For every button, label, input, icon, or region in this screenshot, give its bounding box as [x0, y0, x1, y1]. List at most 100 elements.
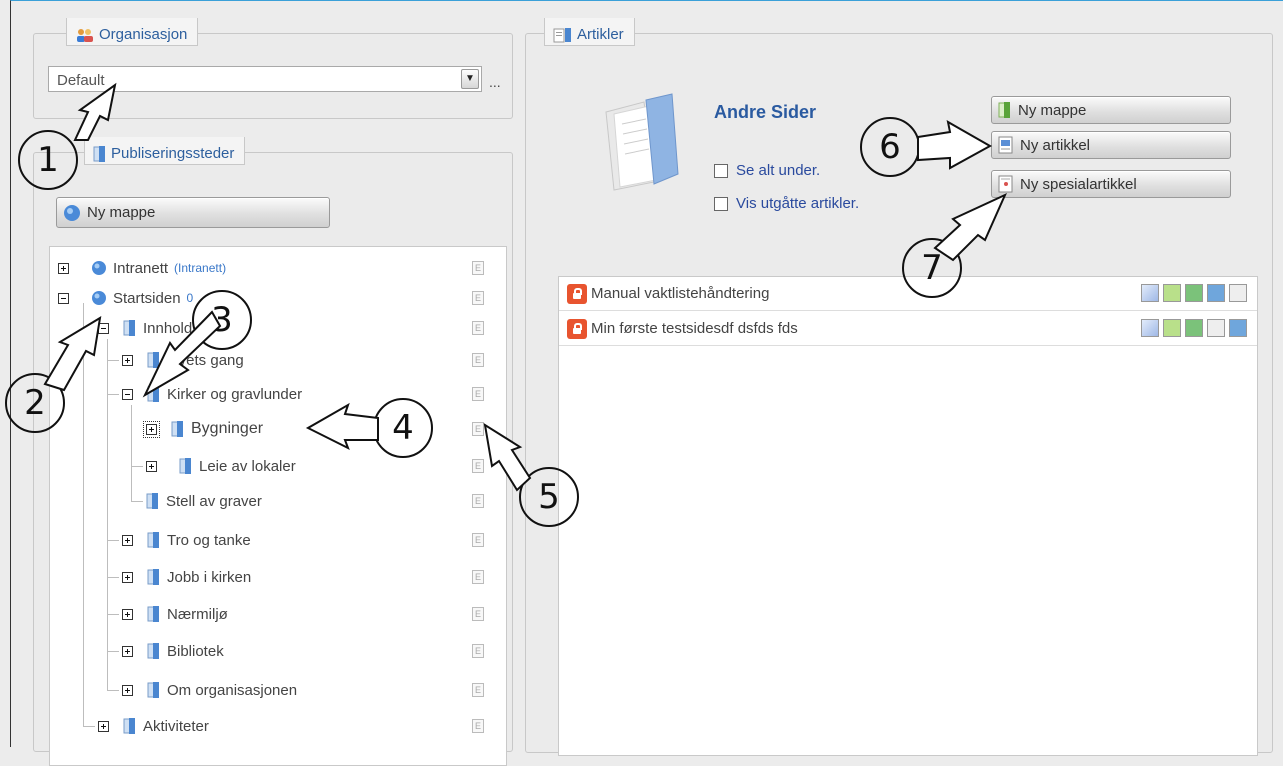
see-all-label: Se alt under. [736, 162, 821, 179]
book-icon [147, 352, 159, 368]
new-folder-button-label: Ny mappe [87, 204, 156, 221]
edit-icon[interactable]: E [472, 261, 484, 275]
expand-icon[interactable] [146, 460, 157, 472]
articles-legend-label: Artikler [577, 26, 624, 43]
new-folder-button-label: Ny mappe [1018, 101, 1087, 119]
book-icon [147, 682, 159, 698]
expand-icon[interactable] [122, 534, 133, 546]
edit-icon[interactable]: E [472, 719, 484, 733]
article-actions [1141, 284, 1247, 302]
tree-node-label: Stell av graver [166, 492, 262, 510]
document-icon [998, 136, 1013, 154]
expand-icon[interactable] [122, 684, 133, 696]
edit-icon[interactable]: E [472, 353, 484, 367]
move-down-disabled-icon [1207, 319, 1225, 337]
edit-icon[interactable]: E [472, 607, 484, 621]
unlock-icon[interactable] [1185, 319, 1203, 337]
tree-node-om-organisasjonen[interactable]: Om organisasjonen [122, 679, 297, 701]
tree-node-label: Innhold [143, 319, 193, 337]
expand-icon[interactable] [143, 420, 160, 438]
tree-node-jobb-i-kirken[interactable]: Jobb i kirken [122, 566, 251, 588]
tree-node-bibliotek[interactable]: Bibliotek [122, 640, 224, 662]
globe-icon [92, 261, 106, 275]
expand-icon[interactable] [58, 262, 69, 274]
expand-icon[interactable] [122, 354, 133, 366]
book-icon [179, 458, 191, 474]
checkbox-box[interactable] [714, 163, 728, 178]
tree-node-stell-av-graver[interactable]: Stell av graver [146, 490, 262, 512]
new-folder-button[interactable]: Ny mappe [56, 197, 330, 228]
book-icon [171, 421, 183, 437]
tree-node-kirker-og-gravlunder[interactable]: Kirker og gravlunder [122, 383, 302, 405]
edit-pencil-icon[interactable] [1141, 319, 1159, 337]
collapse-icon[interactable] [98, 322, 109, 334]
collapse-icon[interactable] [58, 292, 69, 304]
tree-node-leie-av-lokaler[interactable]: Leie av lokaler [146, 455, 296, 477]
lock-icon [567, 318, 587, 339]
tree-node-intranett[interactable]: Intranett (Intranett) [58, 257, 226, 279]
article-list: Manual vaktlistehåndtering Min første te… [558, 276, 1258, 756]
expand-icon[interactable] [122, 608, 133, 620]
special-document-icon [998, 175, 1013, 193]
tree-node-suffix: 0 [186, 291, 194, 305]
annotation-4: 4 [373, 398, 433, 458]
tree-node-suffix: (Intranett) [174, 261, 227, 275]
article-title[interactable]: Min første testsidesdf dsfds fds [591, 320, 798, 337]
expand-icon[interactable] [98, 720, 109, 732]
tree-node-livets-gang[interactable]: Livets gang [122, 349, 244, 371]
new-article-button[interactable]: Ny artikkel [991, 131, 1231, 159]
edit-icon[interactable]: E [472, 683, 484, 697]
checkbox-box[interactable] [714, 196, 728, 211]
tree-node-naermiljo[interactable]: Nærmiljø [122, 603, 228, 625]
tree-node-label: Jobb i kirken [167, 568, 252, 586]
edit-icon[interactable]: E [472, 570, 484, 584]
organisation-legend-label: Organisasjon [99, 26, 188, 43]
new-special-article-button[interactable]: Ny spesialartikkel [991, 170, 1231, 198]
resize-icon[interactable] [1163, 284, 1181, 302]
organisation-legend: Organisasjon [66, 18, 199, 46]
edit-icon[interactable]: E [472, 533, 484, 547]
tree-node-bygninger[interactable]: Bygninger [143, 418, 264, 440]
edit-icon[interactable]: E [472, 387, 484, 401]
unlock-icon[interactable] [1185, 284, 1203, 302]
chevron-down-icon[interactable]: ▼ [461, 69, 479, 89]
show-expired-checkbox[interactable]: Vis utgåtte artikler. [714, 195, 859, 212]
edit-icon[interactable]: E [472, 459, 484, 473]
article-row[interactable]: Min første testsidesdf dsfds fds [559, 312, 1257, 346]
tree-node-startsiden[interactable]: Startsiden 0 [58, 287, 193, 309]
edit-icon[interactable]: E [472, 644, 484, 658]
annotation-1: 1 [18, 130, 78, 190]
book-icon [147, 643, 159, 659]
move-up-icon[interactable] [1229, 319, 1247, 337]
edit-icon[interactable]: E [472, 494, 484, 508]
resize-icon[interactable] [1163, 319, 1181, 337]
move-down-icon[interactable] [1207, 284, 1225, 302]
edit-icon[interactable]: E [472, 422, 484, 436]
edit-icon[interactable]: E [472, 321, 484, 335]
organisation-select[interactable]: Default ▼ [48, 66, 482, 92]
book-icon [147, 569, 159, 585]
tree-node-tro-og-tanke[interactable]: Tro og tanke [122, 529, 251, 551]
expand-icon[interactable] [122, 571, 133, 583]
lock-icon [567, 283, 587, 304]
new-article-button-label: Ny artikkel [1020, 136, 1091, 154]
article-title[interactable]: Manual vaktlistehåndtering [591, 285, 769, 302]
edit-icon[interactable]: E [472, 291, 484, 305]
book-icon [123, 320, 135, 336]
tree-node-label: Bygninger [191, 420, 264, 437]
tree-node-aktiviteter[interactable]: Aktiviteter [98, 715, 209, 737]
see-all-checkbox[interactable]: Se alt under. [714, 162, 820, 179]
globe-icon [92, 291, 106, 305]
new-folder-button[interactable]: Ny mappe [991, 96, 1231, 124]
tree-node-innhold[interactable]: Innhold [98, 317, 192, 339]
globe-icon [64, 204, 80, 221]
collapse-icon[interactable] [122, 388, 133, 400]
edit-pencil-icon[interactable] [1141, 284, 1159, 302]
expand-icon[interactable] [122, 645, 133, 657]
tree-node-label: Om organisasjonen [167, 681, 298, 699]
book-icon [147, 532, 159, 548]
organisation-more-link[interactable]: ... [489, 74, 501, 90]
annotation-7: 7 [902, 238, 962, 298]
tree-node-label: Livets gang [167, 351, 244, 369]
book-icon [147, 606, 159, 622]
